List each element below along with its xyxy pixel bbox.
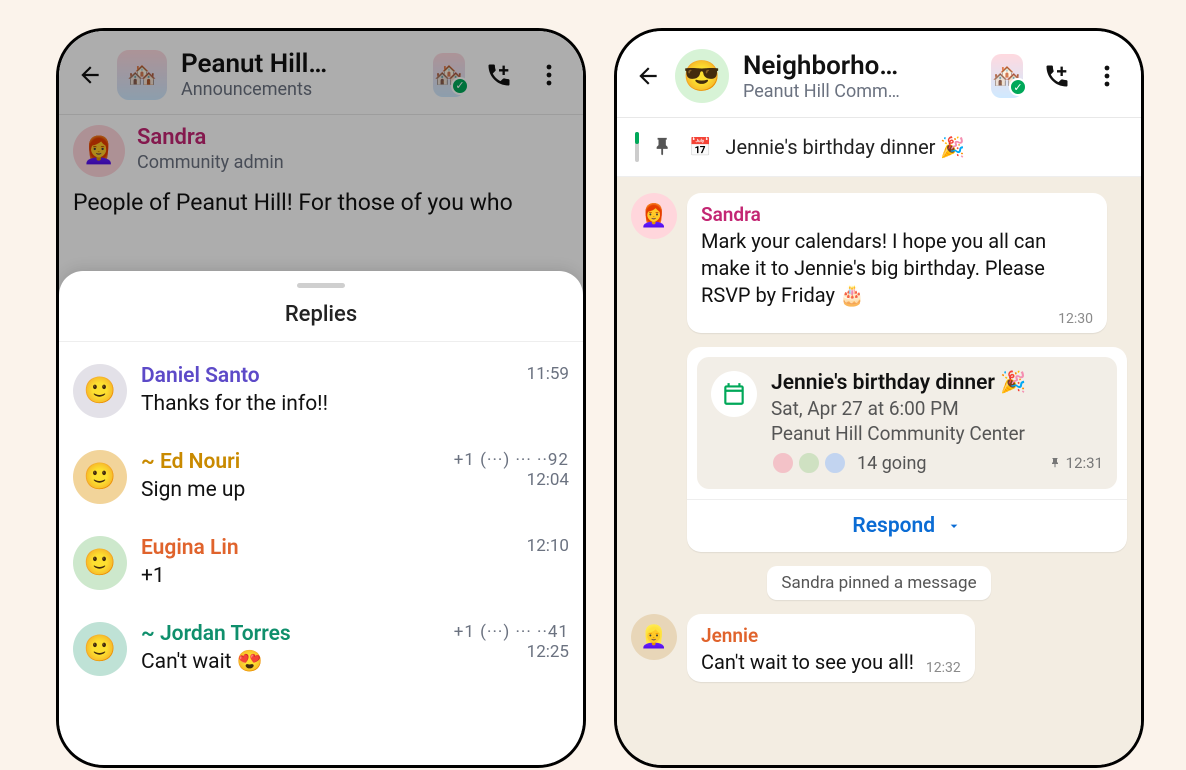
chat-subtitle: Announcements — [181, 79, 419, 100]
message-row[interactable]: 👩‍🦰 Sandra Mark your calendars! I hope y… — [631, 193, 1127, 333]
linked-community-icon[interactable]: 🏘️ ✓ — [433, 59, 465, 91]
reply-time: 12:10 — [481, 536, 569, 556]
phone-plus-icon — [485, 61, 513, 89]
replies-sheet: Replies 🙂 Daniel Santo Thanks for the in… — [59, 271, 583, 765]
reply-meta: +1 (···) ··· ··41 12:25 — [454, 622, 569, 676]
reply-text: Can't wait 😍 — [141, 650, 440, 674]
reply-item[interactable]: 🙂 Eugina Lin +1 12:10 — [73, 520, 569, 606]
linked-community-icon[interactable]: 🏘️ ✓ — [991, 60, 1023, 92]
arrow-left-icon — [77, 62, 103, 88]
reply-meta: +1 (···) ··· ··92 12:04 — [454, 450, 569, 504]
chat-title: Peanut Hill… — [181, 49, 419, 79]
reply-avatar[interactable]: 🙂 — [73, 622, 127, 676]
sender-avatar[interactable]: 👩‍🦰 — [73, 125, 125, 177]
sender-name: Sandra — [137, 125, 284, 150]
sender-role: Community admin — [137, 152, 284, 173]
reply-time: 11:59 — [481, 364, 569, 384]
event-title: Jennie's birthday dinner 🎉 — [771, 371, 1103, 395]
reply-meta: 12:10 — [481, 536, 569, 590]
back-button[interactable] — [77, 62, 103, 88]
community-avatar[interactable]: 🏘️ — [117, 50, 167, 100]
phone-fragment: +1 (···) ··· ··92 — [454, 450, 569, 470]
chat-title: Neighborho… — [743, 51, 977, 81]
message-row[interactable]: 👱‍♀️ Jennie Can't wait to see you all! 1… — [631, 614, 1127, 682]
phone-fragment: +1 (···) ··· ··41 — [454, 622, 569, 642]
kebab-icon — [546, 63, 552, 87]
reply-item[interactable]: 🙂 ~ Jordan Torres Can't wait 😍 +1 (···) … — [73, 606, 569, 692]
message-time: 12:30 — [701, 311, 1093, 327]
sender-avatar[interactable]: 👱‍♀️ — [631, 614, 677, 660]
reply-text: Thanks for the info!! — [141, 392, 467, 416]
drag-handle[interactable] — [297, 283, 345, 288]
reply-time: 12:25 — [454, 642, 569, 662]
reply-sender-name: ~ Jordan Torres — [141, 622, 440, 646]
reply-item[interactable]: 🙂 Daniel Santo Thanks for the info!! 11:… — [73, 348, 569, 434]
event-row: Jennie's birthday dinner 🎉 Sat, Apr 27 a… — [631, 347, 1127, 552]
pinned-text: Jennie's birthday dinner 🎉 — [725, 135, 965, 159]
event-location: Peanut Hill Community Center — [771, 422, 1103, 445]
attendee-avatar — [771, 451, 795, 475]
chat-subtitle: Peanut Hill Comm… — [743, 81, 977, 102]
verified-check-icon: ✓ — [451, 77, 469, 95]
chat-titles[interactable]: Peanut Hill… Announcements — [181, 49, 419, 100]
reply-sender-name: Eugina Lin — [141, 536, 467, 560]
message-time: 12:32 — [926, 660, 961, 676]
respond-button[interactable]: Respond — [687, 499, 1127, 552]
reply-avatar[interactable]: 🙂 — [73, 536, 127, 590]
add-call-button[interactable] — [483, 59, 515, 91]
verified-check-icon: ✓ — [1009, 78, 1027, 96]
reply-text: +1 — [141, 564, 467, 588]
reply-avatar[interactable]: 🙂 — [73, 450, 127, 504]
more-menu-button[interactable] — [533, 59, 565, 91]
group-avatar[interactable]: 😎 — [675, 49, 729, 103]
event-datetime: Sat, Apr 27 at 6:00 PM — [771, 397, 1103, 420]
reply-text: Sign me up — [141, 478, 440, 502]
calendar-icon — [711, 371, 757, 417]
original-message-area: 👩‍🦰 Sandra Community admin People of Pea… — [59, 115, 583, 228]
reply-avatar[interactable]: 🙂 — [73, 364, 127, 418]
message-bubble[interactable]: Jennie Can't wait to see you all! 12:32 — [687, 614, 975, 682]
attendee-avatar — [823, 451, 847, 475]
pinned-bar[interactable]: 📅 Jennie's birthday dinner 🎉 — [617, 118, 1141, 177]
chat-header: 😎 Neighborho… Peanut Hill Comm… 🏘️ ✓ — [617, 31, 1141, 118]
back-button[interactable] — [635, 63, 661, 89]
calendar-icon: 📅 — [689, 137, 711, 158]
chat-header: 🏘️ Peanut Hill… Announcements 🏘️ ✓ — [59, 31, 583, 115]
arrow-left-icon — [635, 63, 661, 89]
reply-time: 12:04 — [454, 470, 569, 490]
chat-titles[interactable]: Neighborho… Peanut Hill Comm… — [743, 51, 977, 102]
sender-name: Jennie — [701, 624, 961, 647]
reply-sender-name: ~ Ed Nouri — [141, 450, 440, 474]
attendee-avatar — [797, 451, 821, 475]
chevron-down-icon — [946, 518, 962, 534]
message-bubble[interactable]: Sandra Mark your calendars! I hope you a… — [687, 193, 1107, 333]
phone-plus-icon — [1043, 62, 1071, 90]
add-call-button[interactable] — [1041, 60, 1073, 92]
original-message-text: People of Peanut Hill! For those of you … — [73, 187, 569, 218]
reply-item[interactable]: 🙂 ~ Ed Nouri Sign me up +1 (···) ··· ··9… — [73, 434, 569, 520]
going-count: 14 going — [857, 453, 927, 474]
message-text: Mark your calendars! I hope you all can … — [701, 228, 1093, 309]
event-card[interactable]: Jennie's birthday dinner 🎉 Sat, Apr 27 a… — [697, 357, 1117, 489]
pin-icon — [1050, 457, 1062, 469]
sender-avatar[interactable]: 👩‍🦰 — [631, 193, 677, 239]
system-message: Sandra pinned a message — [767, 566, 990, 600]
reply-meta: 11:59 — [481, 364, 569, 418]
sheet-title: Replies — [59, 294, 583, 342]
reply-sender-name: Daniel Santo — [141, 364, 467, 388]
phone-left: 🏘️ Peanut Hill… Announcements 🏘️ ✓ 👩‍🦰 S… — [56, 28, 586, 768]
phone-right: 😎 Neighborho… Peanut Hill Comm… 🏘️ ✓ 📅 J… — [614, 28, 1144, 768]
message-text: Can't wait to see you all! — [701, 649, 914, 676]
event-time: 12:31 — [1050, 454, 1103, 472]
pin-icon — [653, 136, 675, 158]
more-menu-button[interactable] — [1091, 60, 1123, 92]
event-bubble[interactable]: Jennie's birthday dinner 🎉 Sat, Apr 27 a… — [687, 347, 1127, 552]
kebab-icon — [1104, 64, 1110, 88]
messages[interactable]: 👩‍🦰 Sandra Mark your calendars! I hope y… — [617, 177, 1141, 698]
pin-indicator — [635, 132, 639, 162]
reply-list[interactable]: 🙂 Daniel Santo Thanks for the info!! 11:… — [59, 342, 583, 765]
sender-name: Sandra — [701, 203, 1093, 226]
